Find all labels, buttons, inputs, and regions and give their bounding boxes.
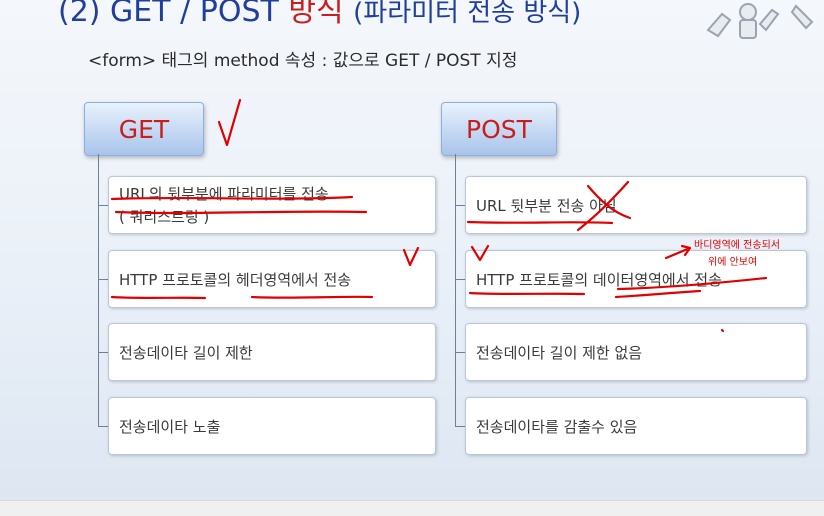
post-item-data-text: HTTP 프로토콜의 데이터영역에서 전송: [476, 270, 722, 289]
get-item-exposure-text: 전송데이타 노출: [119, 417, 221, 436]
post-header: POST: [441, 102, 557, 156]
title-red: 방식: [288, 0, 344, 29]
bottom-strip: [0, 500, 824, 516]
post-item-length: 전송데이타 길이 제한 없음: [465, 323, 807, 381]
title-number: (2): [58, 0, 101, 29]
get-header: GET: [84, 102, 204, 156]
get-item-url: URL의 뒷부분에 파라미터를 전송 ( 쿼리스트링 ): [108, 176, 436, 234]
slide: (2) GET / POST 방식 (파라미터 전송 방식) <form> 태그…: [0, 0, 824, 500]
get-item-header-text: HTTP 프로토콜의 헤더영역에서 전송: [119, 270, 352, 289]
get-item-length: 전송데이타 길이 제한: [108, 323, 436, 381]
post-item-url: URL 뒷부분 전송 아님: [465, 176, 807, 234]
post-connector-line: [455, 154, 456, 426]
get-connector-line: [98, 154, 99, 426]
robot-illustration: [706, 3, 814, 39]
post-item-hide-text: 전송데이타를 감출수 있음: [476, 417, 638, 436]
get-item-header: HTTP 프로토콜의 헤더영역에서 전송: [108, 250, 436, 308]
post-item-hide: 전송데이타를 감출수 있음: [465, 397, 807, 455]
subtitle: <form> 태그의 method 속성 : 값으로 GET / POST 지정: [88, 51, 518, 71]
post-item-length-text: 전송데이타 길이 제한 없음: [476, 343, 643, 362]
post-item-url-text: URL 뒷부분 전송 아님: [476, 196, 617, 215]
get-item-length-text: 전송데이타 길이 제한: [119, 343, 253, 362]
title-main: GET / POST: [110, 0, 279, 29]
get-item-url-line1: URL의 뒷부분에 파라미터를 전송: [119, 185, 329, 203]
get-item-exposure: 전송데이타 노출: [108, 397, 436, 455]
title-sub: (파라미터 전송 방식): [353, 0, 582, 28]
get-check-mark: [217, 98, 242, 147]
slide-title: (2) GET / POST 방식 (파라미터 전송 방식): [58, 0, 581, 30]
note-line-2: 위에 안보여: [708, 257, 758, 268]
get-item-url-line2: ( 쿼리스트링 ): [119, 208, 210, 226]
note-line-1: 바디영역에 전송되서: [694, 240, 780, 251]
